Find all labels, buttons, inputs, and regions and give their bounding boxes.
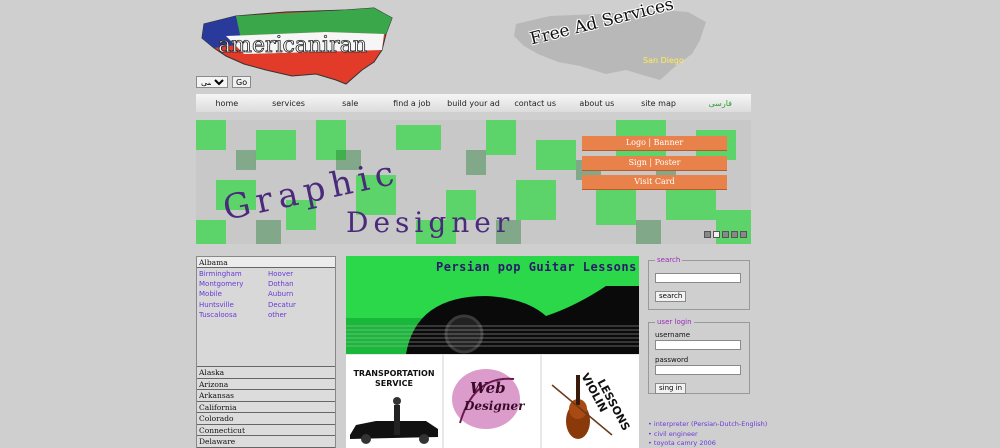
graphic-designer-banner: Graphic Designer Logo | Banner Sign | Po… [196, 120, 751, 244]
state-row-arizona[interactable]: Arizona [197, 378, 335, 390]
city-link[interactable]: Huntsville [199, 300, 268, 310]
sign-in-button[interactable]: sing in [655, 383, 687, 394]
city-link[interactable]: Tuscaloosa [199, 310, 268, 320]
nav-about-us[interactable]: about us [566, 99, 628, 108]
web-label: Web [470, 379, 506, 397]
logo-banner-button[interactable]: Logo | Banner [582, 136, 727, 150]
nav-contact-us[interactable]: contact us [504, 99, 566, 108]
city-link[interactable]: other [268, 310, 337, 320]
transportation-title: TRANSPORTATION SERVICE [353, 369, 435, 388]
ad-gallery: Persian pop Guitar Lessons TRANSPORTATIO… [346, 256, 639, 448]
right-sidebar: search search user login username passwo… [648, 256, 750, 394]
username-input[interactable] [655, 340, 741, 350]
city-link[interactable]: Montgomery [199, 279, 268, 289]
state-panel-open: Albama Birmingham Hoover Montgomery Doth… [197, 257, 335, 367]
nav-home[interactable]: home [196, 99, 258, 108]
logo-text: americaniran [218, 33, 367, 58]
state-row-connecticut[interactable]: Connecticut [197, 424, 335, 436]
state-title-albama[interactable]: Albama [197, 257, 335, 268]
city-link[interactable]: Mobile [199, 289, 268, 299]
city-link[interactable]: Decatur [268, 300, 337, 310]
password-label: password [655, 356, 689, 364]
banner-line2: Designer [346, 206, 514, 239]
main-nav: home services sale find a job build your… [196, 94, 751, 112]
city-list: Birmingham Hoover Montgomery Dothan Mobi… [197, 268, 335, 321]
states-accordion: Albama Birmingham Hoover Montgomery Doth… [196, 256, 336, 448]
nav-services[interactable]: services [258, 99, 320, 108]
slider-dot[interactable] [722, 231, 729, 238]
sign-poster-button[interactable]: Sign | Poster [582, 156, 727, 170]
password-input[interactable] [655, 365, 741, 375]
page: americaniran فارسی Go Free Ad Services S… [0, 0, 1000, 448]
search-box: search search [648, 256, 750, 310]
nav-site-map[interactable]: site map [628, 99, 690, 108]
web-designer-ad[interactable]: Web Designer [444, 355, 540, 448]
slider-dot[interactable] [740, 231, 747, 238]
state-row-california[interactable]: California [197, 401, 335, 413]
nav-find-a-job[interactable]: find a job [381, 99, 443, 108]
city-link[interactable]: Hoover [268, 269, 337, 279]
recent-ads-list: • interpreter (Persian-Dutch-English) • … [648, 420, 767, 448]
state-row-colorado[interactable]: Colorado [197, 413, 335, 425]
language-select[interactable]: فارسی [196, 76, 228, 88]
search-legend: search [657, 256, 681, 264]
guitar-lessons-ad[interactable]: Persian pop Guitar Lessons [346, 256, 639, 354]
login-legend: user login [657, 318, 692, 326]
search-button[interactable]: search [655, 291, 687, 302]
city-link[interactable]: Birmingham [199, 269, 268, 279]
city-link[interactable]: Auburn [268, 289, 337, 299]
state-row-delaware[interactable]: Delaware [197, 436, 335, 448]
transportation-service-ad[interactable]: TRANSPORTATION SERVICE [346, 355, 442, 448]
violin-lessons-ad[interactable]: VIOLIN LESSONS [542, 355, 639, 448]
go-button[interactable]: Go [232, 76, 252, 88]
slider-dot[interactable] [704, 231, 711, 238]
ad-link[interactable]: • interpreter (Persian-Dutch-English) [648, 420, 767, 430]
ad-link[interactable]: • toyota camry 2006 [648, 439, 750, 448]
language-switcher: فارسی Go [196, 76, 252, 88]
slider-dots [704, 231, 747, 238]
state-row-arkansas[interactable]: Arkansas [197, 390, 335, 402]
search-input[interactable] [655, 273, 741, 283]
nav-farsi[interactable]: فارسی [689, 99, 751, 108]
designer-label: Designer [464, 399, 525, 413]
login-box: user login username password sing in [648, 318, 750, 394]
visit-card-button[interactable]: Visit Card [582, 175, 727, 189]
ad-link[interactable]: • civil engineer [648, 430, 750, 440]
guitar-ad-title: Persian pop Guitar Lessons [436, 260, 637, 274]
city-label: San Diego [643, 56, 684, 65]
state-row-alaska[interactable]: Alaska [197, 367, 335, 379]
slider-dot-active[interactable] [713, 231, 720, 238]
nav-sale[interactable]: sale [319, 99, 381, 108]
nav-build-your-ad[interactable]: build your ad [443, 99, 505, 108]
city-link[interactable]: Dothan [268, 279, 337, 289]
slider-dot[interactable] [731, 231, 738, 238]
username-label: username [655, 331, 690, 339]
